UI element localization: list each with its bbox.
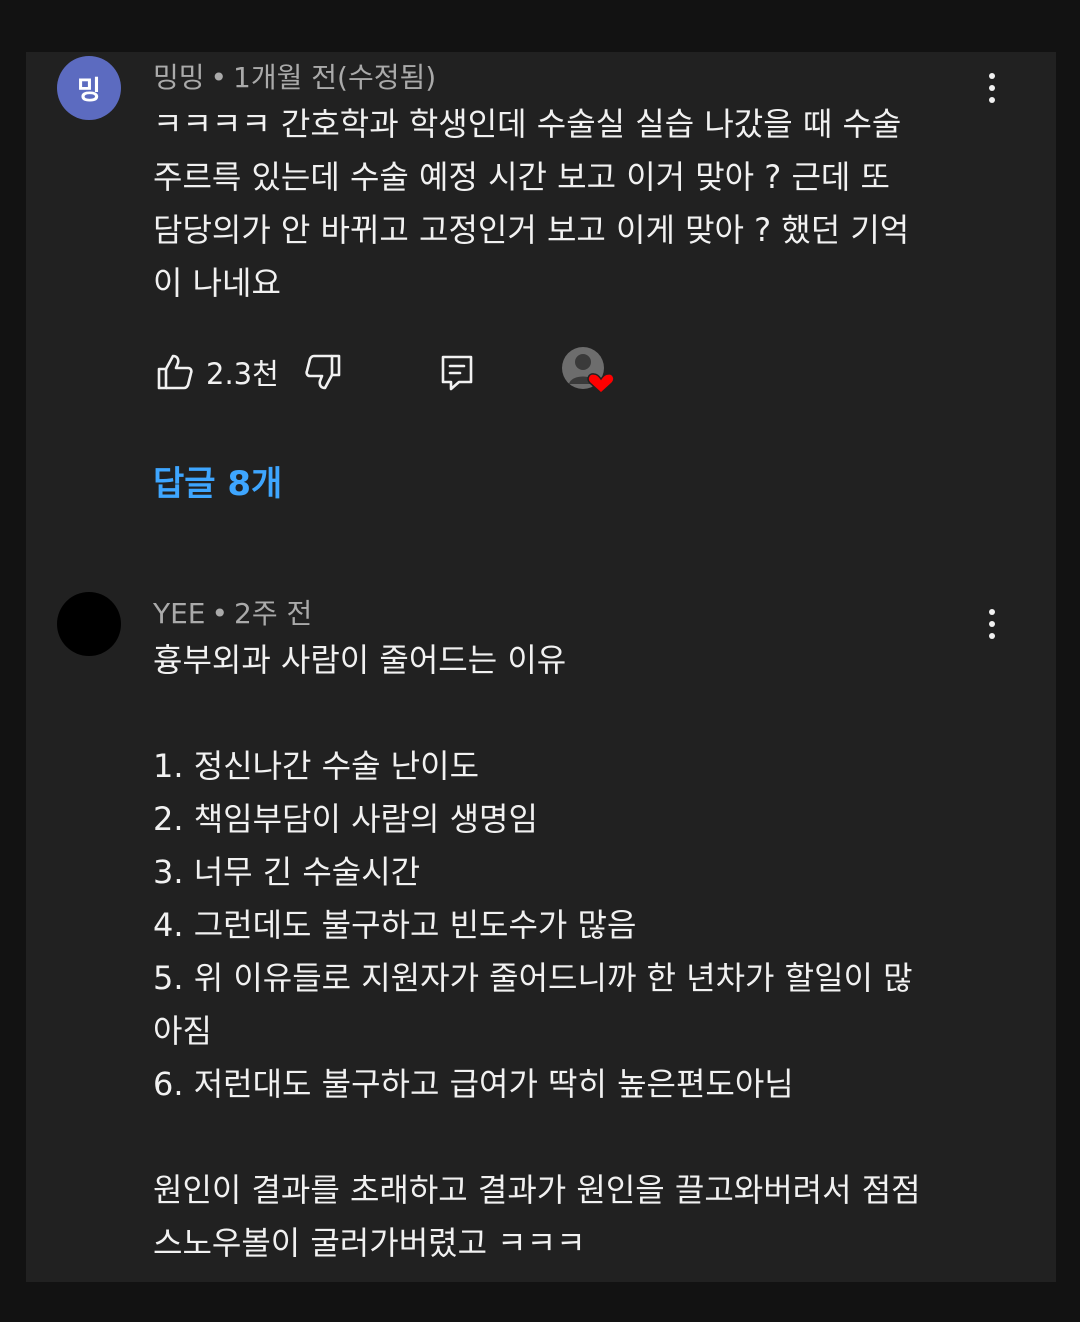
reply-icon[interactable] — [437, 352, 477, 392]
comment-time[interactable]: 2주 전 — [234, 597, 312, 630]
avatar[interactable] — [57, 592, 121, 656]
meta-separator: • — [211, 597, 229, 630]
comment-line: 1. 정신나간 수술 난이도 — [153, 747, 480, 785]
creator-heart-icon — [562, 347, 615, 395]
avatar-letter: 밍 — [77, 75, 101, 106]
comment-line: 스노우볼이 굴러가버렸고 ㅋㅋㅋ — [153, 1224, 586, 1262]
replies-button[interactable]: 답글 8개 — [153, 456, 282, 505]
comment-text: ㅋㅋㅋㅋ 간호학과 학생인데 수술실 실습 나갔을 때 수술 주르륵 있는데 수… — [153, 98, 993, 310]
comment-meta: 밍밍 • 1개월 전(수정됨) — [153, 56, 436, 96]
thumbs-up-icon[interactable] — [155, 352, 195, 392]
comment-meta: YEE • 2주 전 — [153, 592, 312, 632]
comment-text: 흉부외과 사람이 줄어드는 이유 1. 정신나간 수술 난이도 2. 책임부담이… — [153, 634, 1013, 1270]
like-count: 2.3천 — [206, 357, 279, 391]
comment-line — [153, 1111, 1013, 1164]
comment-line: 5. 위 이유들로 지원자가 줄어드니까 한 년차가 할일이 많 — [153, 959, 913, 997]
author-name[interactable]: 밍밍 — [153, 61, 205, 94]
comment-line — [153, 687, 1013, 740]
comment-actions: 2.3천 — [153, 346, 653, 396]
comment-time[interactable]: 1개월 전(수정됨) — [233, 61, 436, 94]
comment-line: 원인이 결과를 초래하고 결과가 원인을 끌고와버려서 점점 — [153, 1171, 921, 1209]
meta-separator: • — [210, 61, 228, 94]
comment-line: 4. 그런데도 불구하고 빈도수가 많음 — [153, 906, 637, 944]
comment-line: 아짐 — [153, 1012, 212, 1050]
comment-line: 이 나네요 — [153, 264, 281, 302]
author-name[interactable]: YEE — [153, 597, 206, 630]
comment-line: 6. 저런대도 불구하고 급여가 딱히 높은편도아님 — [153, 1065, 794, 1103]
comment-line: ㅋㅋㅋㅋ 간호학과 학생인데 수술실 실습 나갔을 때 수술 — [153, 105, 902, 143]
comment-line: 2. 책임부담이 사람의 생명임 — [153, 800, 538, 838]
avatar[interactable]: 밍 — [57, 56, 121, 120]
comment-line: 3. 너무 긴 수술시간 — [153, 853, 421, 891]
thumbs-down-icon[interactable] — [303, 352, 343, 392]
comment-line: 흉부외과 사람이 줄어드는 이유 — [153, 641, 567, 679]
comment-line: 주르륵 있는데 수술 예정 시간 보고 이거 맞아 ? 근데 또 — [153, 158, 890, 196]
comment-line: 담당의가 안 바뀌고 고정인거 보고 이게 맞아 ? 했던 기억 — [153, 211, 910, 249]
